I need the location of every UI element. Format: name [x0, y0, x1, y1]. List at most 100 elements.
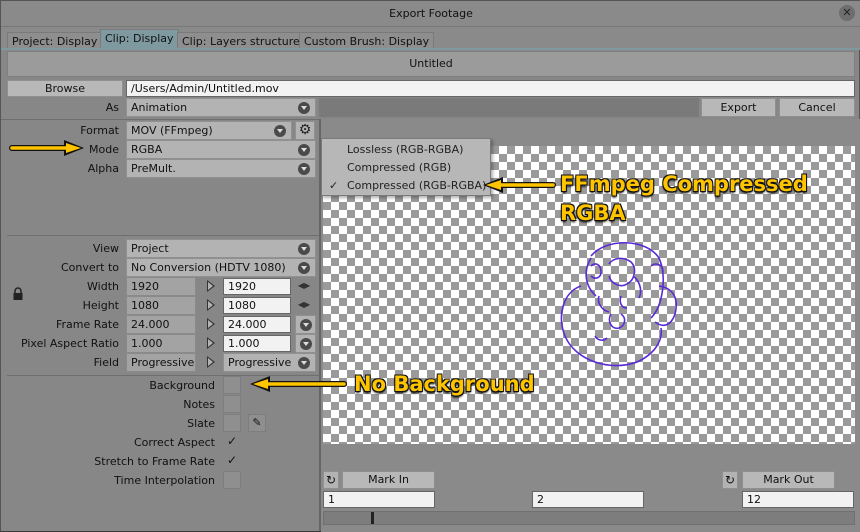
checkmark-icon: ✓: [329, 179, 339, 192]
time-interp-label: Time Interpolation: [114, 474, 215, 487]
chevron-down-icon: [298, 357, 310, 369]
notes-label: Notes: [183, 398, 215, 411]
format-value: MOV (FFmpeg): [131, 124, 213, 137]
pixel-aspect-label: Pixel Aspect Ratio: [20, 337, 119, 350]
refresh-icon[interactable]: ↻: [323, 471, 339, 489]
slate-checkbox[interactable]: [223, 414, 241, 432]
width-source: 1920: [126, 277, 196, 296]
alpha-dropdown[interactable]: PreMult.: [126, 159, 316, 178]
mark-in-button[interactable]: Mark In: [342, 471, 435, 489]
tab-custom-brush-display[interactable]: Custom Brush: Display: [299, 32, 435, 49]
convert-label: Convert to: [60, 261, 119, 274]
arrow-left-annotation: [250, 376, 347, 392]
view-label: View: [92, 242, 119, 255]
correct-aspect-checkbox[interactable]: ✓: [223, 434, 241, 452]
menu-item-label: Compressed (RGB): [347, 161, 452, 174]
mark-out-field[interactable]: 12: [742, 491, 854, 508]
pixel-aspect-field[interactable]: 1.000: [223, 335, 291, 352]
convert-value: No Conversion (HDTV 1080): [131, 261, 286, 274]
as-value: Animation: [131, 101, 188, 114]
sketch-drawing: [560, 241, 677, 367]
as-label: As: [105, 101, 119, 114]
annotation-ffmpeg-line1: FFmpeg Compressed: [560, 172, 808, 196]
tab-clip-layers-structure[interactable]: Clip: Layers structure: [177, 32, 305, 49]
export-footage-dialog: Export Footage ✕ Project: Display Clip: …: [0, 0, 860, 532]
chevron-down-icon: [298, 102, 310, 114]
menu-item-compressed-rgb[interactable]: Compressed (RGB): [322, 159, 490, 177]
play-arrow-icon: [205, 336, 217, 350]
cancel-button[interactable]: Cancel: [779, 98, 855, 117]
arrow-left-annotation: [483, 177, 556, 193]
background-checkbox[interactable]: [223, 376, 241, 394]
alpha-value: PreMult.: [131, 162, 176, 175]
stepper-icon[interactable]: ◀▶: [297, 298, 311, 312]
refresh-icon[interactable]: ↻: [722, 471, 738, 489]
chevron-down-icon: [298, 144, 310, 156]
time-interp-checkbox[interactable]: [223, 471, 241, 489]
format-dropdown[interactable]: MOV (FFmpeg): [126, 121, 292, 140]
clip-header: Untitled: [7, 51, 855, 77]
notes-checkbox[interactable]: [223, 395, 241, 413]
tab-bar: Project: Display Clip: Display Clip: Lay…: [1, 27, 860, 49]
mark-in-field[interactable]: 1: [323, 491, 435, 508]
play-arrow-icon: [205, 355, 217, 369]
stretch-checkbox[interactable]: ✓: [223, 453, 241, 471]
file-path-field[interactable]: /Users/Admin/Untitled.mov: [126, 80, 855, 97]
mode-dropdown[interactable]: RGBA: [126, 140, 316, 159]
menu-item-lossless[interactable]: Lossless (RGB-RGBA): [322, 141, 490, 159]
view-value: Project: [131, 242, 169, 255]
mode-value: RGBA: [131, 143, 163, 156]
mark-out-button[interactable]: Mark Out: [742, 471, 835, 489]
menu-item-compressed-rgb-rgba[interactable]: ✓ Compressed (RGB-RGBA): [322, 177, 490, 195]
chevron-down-icon: [298, 262, 310, 274]
scrubber-handle[interactable]: [371, 512, 374, 524]
section-divider: [7, 235, 319, 236]
width-field[interactable]: 1920: [223, 278, 291, 295]
current-frame-field[interactable]: 2: [532, 491, 644, 508]
pixel-aspect-dropdown[interactable]: [295, 334, 316, 353]
background-label: Background: [149, 379, 215, 392]
chevron-down-icon: [298, 243, 310, 255]
correct-aspect-label: Correct Aspect: [133, 436, 215, 449]
height-label: Height: [82, 299, 119, 312]
view-dropdown[interactable]: Project: [126, 239, 316, 258]
export-button[interactable]: Export: [701, 98, 776, 117]
frame-rate-source: 24.000: [126, 315, 196, 334]
tab-underline: [1, 48, 860, 50]
play-arrow-icon: [205, 298, 217, 312]
as-row-spacer: [319, 98, 699, 117]
as-dropdown[interactable]: Animation: [126, 98, 316, 117]
annotation-no-background: No Background: [354, 372, 535, 396]
width-label: Width: [87, 280, 119, 293]
chevron-down-icon: [300, 319, 312, 331]
timeline-scrubber[interactable]: [323, 511, 855, 525]
mode-menu: Lossless (RGB-RGBA) Compressed (RGB) ✓ C…: [321, 138, 491, 196]
frame-rate-dropdown[interactable]: [295, 315, 316, 334]
play-arrow-icon: [205, 279, 217, 293]
stretch-label: Stretch to Frame Rate: [94, 455, 215, 468]
browse-button[interactable]: Browse: [7, 80, 123, 97]
chevron-down-icon: [298, 163, 310, 175]
stepper-icon[interactable]: ◀▶: [297, 279, 311, 293]
frame-rate-field[interactable]: 24.000: [223, 316, 291, 333]
height-field[interactable]: 1080: [223, 297, 291, 314]
title-bar: Export Footage ✕: [1, 1, 860, 27]
tab-clip-display[interactable]: Clip: Display: [100, 29, 179, 49]
convert-dropdown[interactable]: No Conversion (HDTV 1080): [126, 258, 316, 277]
field-label: Field: [93, 356, 119, 369]
slate-label: Slate: [187, 417, 215, 430]
frame-rate-label: Frame Rate: [56, 318, 119, 331]
field-value: Progressive: [228, 356, 292, 369]
format-label: Format: [80, 124, 119, 137]
menu-item-label: Compressed (RGB-RGBA): [347, 179, 487, 192]
annotation-ffmpeg-line2: RGBA: [560, 201, 626, 225]
tab-project-display[interactable]: Project: Display: [7, 32, 103, 49]
gear-icon[interactable]: ⚙: [295, 121, 315, 140]
chevron-down-icon: [274, 125, 286, 137]
alpha-label: Alpha: [87, 162, 119, 175]
slate-settings-icon[interactable]: ✎: [248, 414, 266, 432]
close-icon[interactable]: ✕: [839, 5, 855, 21]
field-dropdown[interactable]: Progressive: [223, 353, 316, 372]
play-arrow-icon: [205, 317, 217, 331]
chevron-down-icon: [300, 338, 312, 350]
